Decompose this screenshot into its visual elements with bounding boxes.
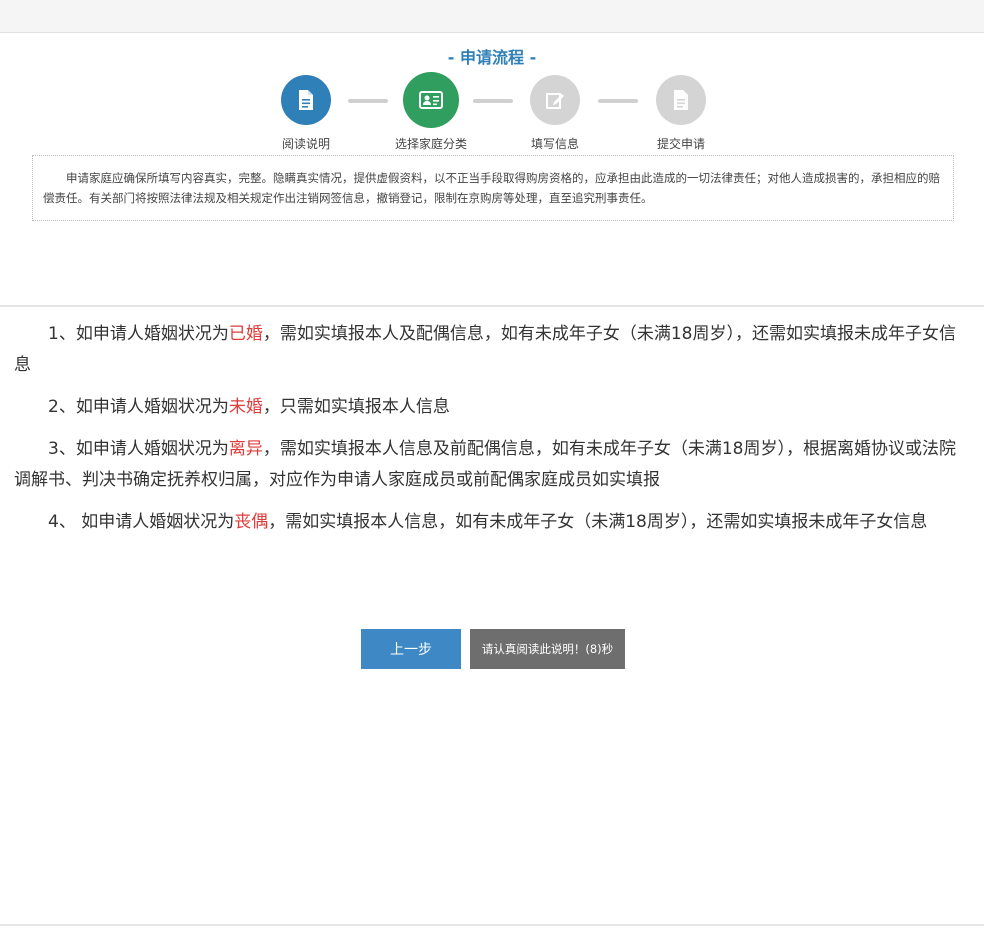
step-label: 阅读说明 — [281, 137, 330, 151]
instruction-text: 3、如申请人婚姻状况为 — [48, 439, 229, 459]
instruction-item: 2、如申请人婚姻状况为未婚，只需如实填报本人信息 — [14, 392, 968, 423]
legal-notice-text: 申请家庭应确保所填写内容真实，完整。隐瞒真实情况，提供虚假资料，以不正当手段取得… — [43, 171, 940, 205]
step-connector — [348, 99, 388, 103]
step-select-family-category: 选择家庭分类 — [383, 72, 479, 152]
step-submit-application: 提交申请 — [633, 75, 729, 152]
step-read-instructions: 阅读说明 — [258, 75, 354, 152]
marital-status-highlight: 丧偶 — [234, 512, 269, 532]
step-fill-information: 填写信息 — [507, 75, 603, 152]
step-connector — [598, 99, 638, 103]
edit-icon — [530, 75, 580, 125]
document-icon — [281, 75, 331, 125]
instruction-item: 3、如申请人婚姻状况为离异，需如实填报本人信息及前配偶信息，如有未成年子女（未满… — [14, 434, 968, 496]
marital-status-highlight: 已婚 — [228, 324, 263, 344]
instruction-text: ，只需如实填报本人信息 — [262, 397, 450, 417]
instruction-text: 4、 如申请人婚姻状况为 — [48, 512, 235, 532]
instruction-item: 4、 如申请人婚姻状况为丧偶，需如实填报本人信息，如有未成年子女（未满18周岁）… — [14, 507, 968, 538]
top-bar — [0, 0, 984, 33]
file-icon — [656, 75, 706, 125]
instructions-list: 1、如申请人婚姻状况为已婚，需如实填报本人及配偶信息，如有未成年子女（未满18周… — [0, 307, 984, 538]
marital-status-highlight: 离异 — [228, 439, 263, 459]
bottom-divider — [0, 924, 984, 926]
step-label: 提交申请 — [656, 137, 705, 151]
action-buttons: 上一步 请认真阅读此说明！(8)秒 — [361, 629, 625, 669]
step-label: 选择家庭分类 — [394, 137, 467, 151]
instruction-text: 2、如申请人婚姻状况为 — [48, 397, 229, 417]
previous-step-button[interactable]: 上一步 — [361, 629, 461, 669]
legal-notice-box: 申请家庭应确保所填写内容真实，完整。隐瞒真实情况，提供虚假资料，以不正当手段取得… — [32, 155, 954, 221]
step-label: 填写信息 — [530, 137, 579, 151]
id-card-icon — [403, 72, 459, 128]
instruction-item: 1、如申请人婚姻状况为已婚，需如实填报本人及配偶信息，如有未成年子女（未满18周… — [14, 319, 968, 381]
instruction-text: 1、如申请人婚姻状况为 — [48, 324, 229, 344]
progress-steps: 阅读说明 选择家庭分类 填写信息 提交申请 — [0, 72, 984, 155]
marital-status-highlight: 未婚 — [228, 397, 263, 417]
instruction-text: ，需如实填报本人信息，如有未成年子女（未满18周岁），还需如实填报未成年子女信息 — [268, 512, 928, 532]
read-countdown-button[interactable]: 请认真阅读此说明！(8)秒 — [470, 629, 625, 669]
flow-title: - 申请流程 - — [447, 48, 537, 67]
